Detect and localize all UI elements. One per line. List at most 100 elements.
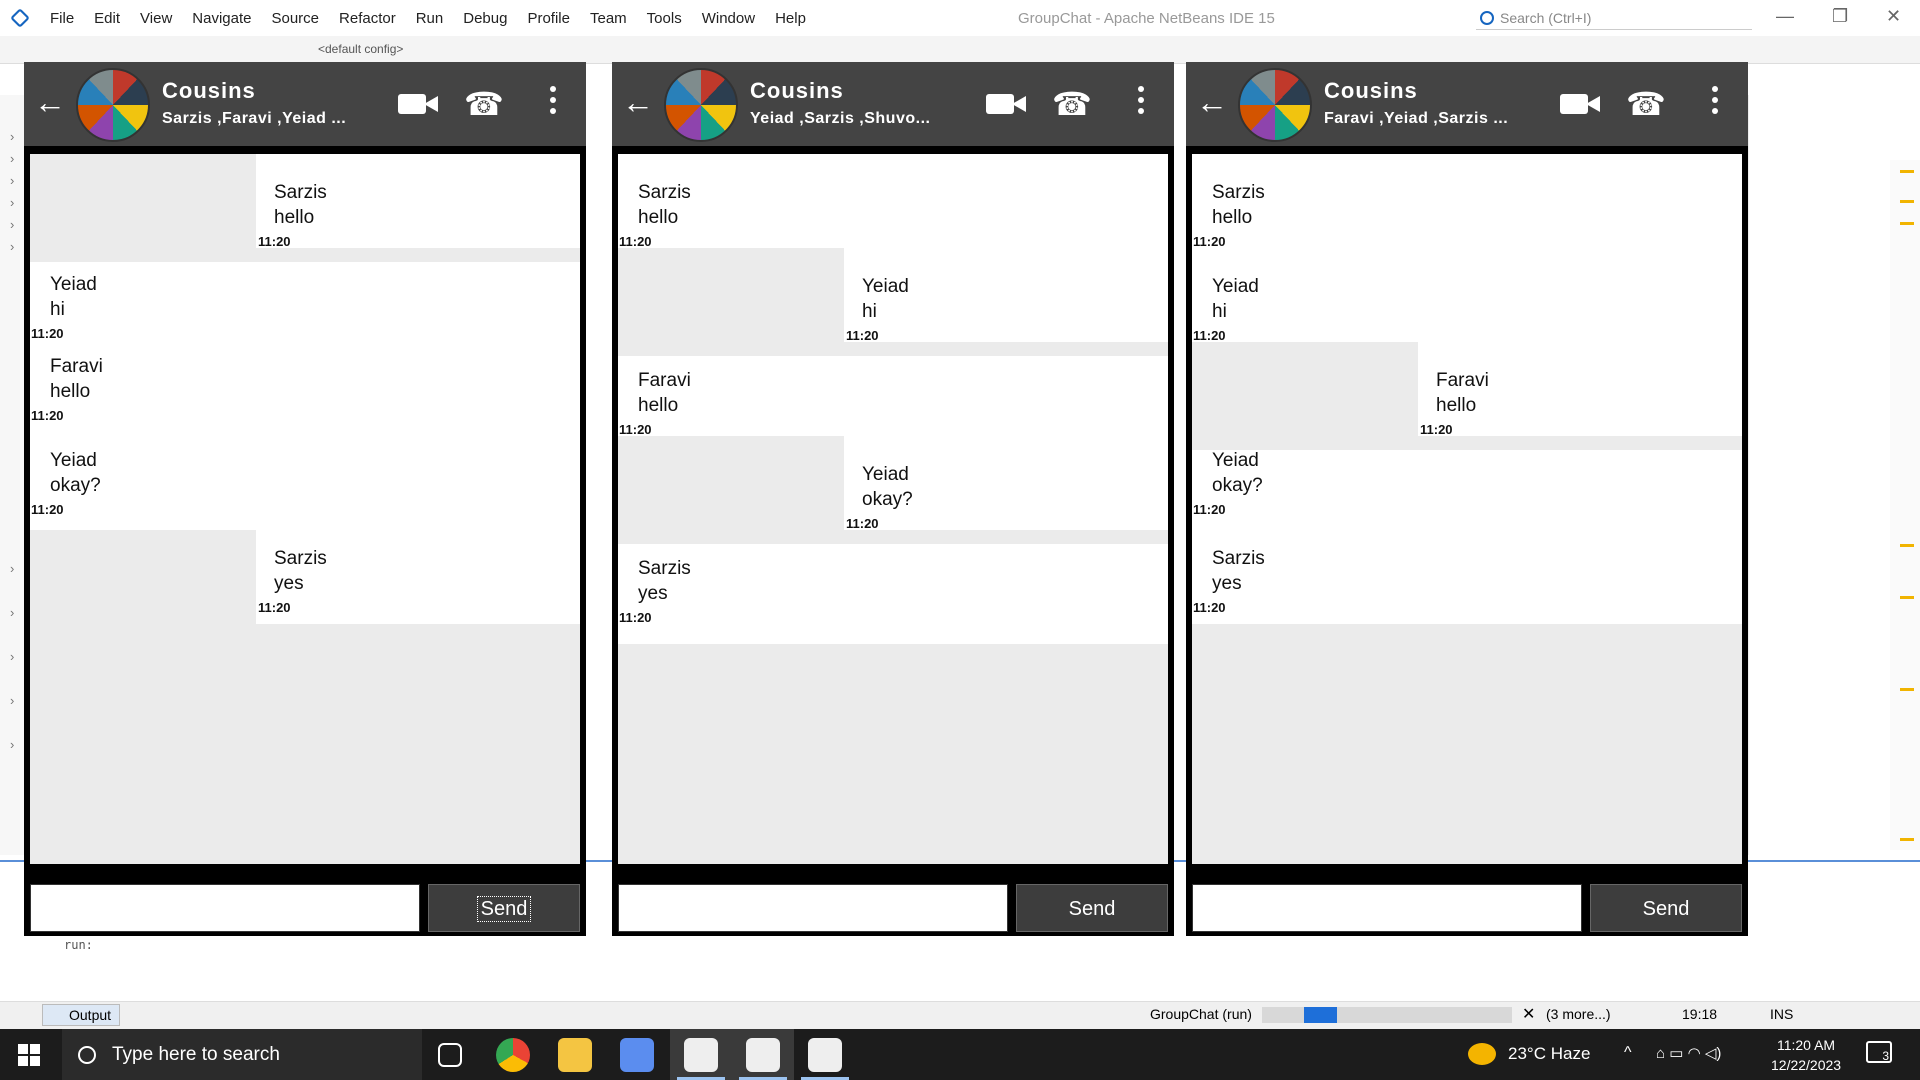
video-call-icon[interactable]	[986, 92, 1026, 116]
menu-edit[interactable]: Edit	[84, 10, 130, 27]
fold-icon[interactable]: ›	[10, 173, 14, 188]
video-call-icon[interactable]	[1560, 92, 1600, 116]
weather-text[interactable]: 23°C Haze	[1508, 1044, 1590, 1064]
fold-icon[interactable]: ›	[10, 737, 14, 752]
error-stripe-mark[interactable]	[1900, 170, 1914, 173]
send-button[interactable]: Send	[428, 884, 580, 932]
group-name: Cousins	[1324, 78, 1418, 103]
menu-help[interactable]: Help	[765, 10, 816, 27]
menu-window[interactable]: Window	[692, 10, 765, 27]
group-avatar[interactable]	[1238, 68, 1312, 142]
editor-gutter: › › › › › › › › › › ›	[0, 95, 26, 855]
config-select[interactable]: <default config>	[318, 42, 403, 56]
message-row: Faravi hello 11:20	[30, 342, 580, 436]
message-row: Yeiad okay? 11:20	[1192, 450, 1742, 530]
chat-header: ← Cousins Faravi ,Yeiad ,Sarzis ... ☎	[1186, 62, 1748, 146]
fold-icon[interactable]: ›	[10, 151, 14, 166]
send-button[interactable]: Send	[1016, 884, 1168, 932]
menu-debug[interactable]: Debug	[453, 10, 517, 27]
tray-chevron-icon[interactable]: ^	[1624, 1044, 1632, 1062]
group-avatar[interactable]	[76, 68, 150, 142]
fold-icon[interactable]: ›	[10, 195, 14, 210]
fold-icon[interactable]: ›	[10, 561, 14, 576]
editor-scrollbar[interactable]	[1890, 160, 1920, 850]
phone-call-icon[interactable]: ☎	[464, 88, 504, 120]
message-spacer	[1192, 342, 1418, 436]
more-options-icon[interactable]	[550, 86, 556, 122]
status-task[interactable]: GroupChat (run)	[1150, 1006, 1252, 1022]
menu-refactor[interactable]: Refactor	[329, 10, 406, 27]
fold-icon[interactable]: ›	[10, 693, 14, 708]
more-options-icon[interactable]	[1138, 86, 1144, 122]
fold-icon[interactable]: ›	[10, 239, 14, 254]
weather-icon[interactable]	[1468, 1043, 1496, 1065]
message-row: Yeiad hi 11:20	[1192, 248, 1742, 343]
app-cube-icon[interactable]	[620, 1038, 654, 1072]
message-row: Sarzis hello 11:20	[1192, 154, 1742, 249]
more-options-icon[interactable]	[1712, 86, 1718, 122]
message-row: Sarzis yes 11:20	[618, 544, 1168, 644]
back-arrow-icon[interactable]: ←	[1196, 84, 1228, 121]
fold-icon[interactable]: ›	[10, 605, 14, 620]
message-sender: Faravi	[638, 370, 691, 391]
cancel-task-icon[interactable]: ✕	[1522, 1004, 1535, 1024]
task-view-icon[interactable]	[438, 1043, 462, 1067]
task-progress-bar	[1262, 1007, 1512, 1023]
taskbar-search[interactable]: Type here to search	[62, 1029, 422, 1080]
menu-team[interactable]: Team	[580, 10, 637, 27]
message-input[interactable]	[618, 884, 1008, 932]
error-stripe-mark[interactable]	[1900, 544, 1914, 547]
windows-start-icon[interactable]	[18, 1044, 40, 1066]
message-list[interactable]: Sarzis hello 11:20 Yeiad hi 11:20 Faravi…	[1192, 154, 1742, 864]
java-app-icon[interactable]	[808, 1038, 842, 1072]
message-time: 11:20	[846, 516, 879, 531]
fold-icon[interactable]: ›	[10, 649, 14, 664]
phone-call-icon[interactable]: ☎	[1626, 88, 1666, 120]
clock-time: 11:20 AM	[1776, 1037, 1836, 1053]
tray-system-icons[interactable]: ⌂ ▭ ◠ ◁)	[1656, 1044, 1721, 1062]
menu-tools[interactable]: Tools	[637, 10, 692, 27]
error-stripe-mark[interactable]	[1900, 688, 1914, 691]
menu-run[interactable]: Run	[406, 10, 454, 27]
java-app-icon[interactable]	[746, 1038, 780, 1072]
file-explorer-icon[interactable]	[558, 1038, 592, 1072]
message-input[interactable]	[1192, 884, 1582, 932]
close-window-icon[interactable]: ✕	[1886, 6, 1901, 27]
fold-icon[interactable]: ›	[10, 129, 14, 144]
message-list[interactable]: Sarzis hello 11:20 Yeiad hi 11:20 Faravi…	[618, 154, 1168, 864]
status-more-tasks[interactable]: (3 more...)	[1546, 1006, 1611, 1022]
taskbar-clock[interactable]: 11:20 AM 12/22/2023	[1771, 1035, 1841, 1075]
error-stripe-mark[interactable]	[1900, 596, 1914, 599]
fold-icon[interactable]: ›	[10, 217, 14, 232]
back-arrow-icon[interactable]: ←	[34, 84, 66, 121]
restore-icon[interactable]: ❐	[1832, 6, 1848, 27]
java-app-icon[interactable]	[684, 1038, 718, 1072]
video-call-icon[interactable]	[398, 92, 438, 116]
notifications-icon[interactable]: 3	[1866, 1041, 1892, 1063]
send-button[interactable]: Send	[1590, 884, 1742, 932]
menu-profile[interactable]: Profile	[517, 10, 580, 27]
message-text: hello	[638, 207, 679, 228]
message-list[interactable]: Sarzis hello 11:20 Yeiad hi 11:20 Faravi…	[30, 154, 580, 864]
phone-call-icon[interactable]: ☎	[1052, 88, 1092, 120]
message-time: 11:20	[258, 600, 291, 615]
message-input[interactable]	[30, 884, 420, 932]
chrome-icon[interactable]	[496, 1038, 530, 1072]
group-avatar[interactable]	[664, 68, 738, 142]
menu-file[interactable]: File	[40, 10, 84, 27]
error-stripe-mark[interactable]	[1900, 222, 1914, 225]
message-gap	[618, 530, 1168, 544]
minimize-icon[interactable]: —	[1776, 6, 1794, 27]
message-text: okay?	[50, 475, 101, 496]
menu-view[interactable]: View	[130, 10, 182, 27]
message-sender: Sarzis	[1212, 182, 1265, 203]
chat-window: ← Cousins Sarzis ,Faravi ,Yeiad ... ☎ Sa…	[24, 62, 586, 936]
error-stripe-mark[interactable]	[1900, 200, 1914, 203]
output-tab[interactable]: Output	[42, 1004, 121, 1026]
message-sender: Yeiad	[1212, 276, 1259, 297]
menu-navigate[interactable]: Navigate	[182, 10, 261, 27]
menu-source[interactable]: Source	[261, 10, 329, 27]
back-arrow-icon[interactable]: ←	[622, 84, 654, 121]
ide-search-field[interactable]: Search (Ctrl+I)	[1476, 6, 1752, 30]
error-stripe-mark[interactable]	[1900, 838, 1914, 841]
